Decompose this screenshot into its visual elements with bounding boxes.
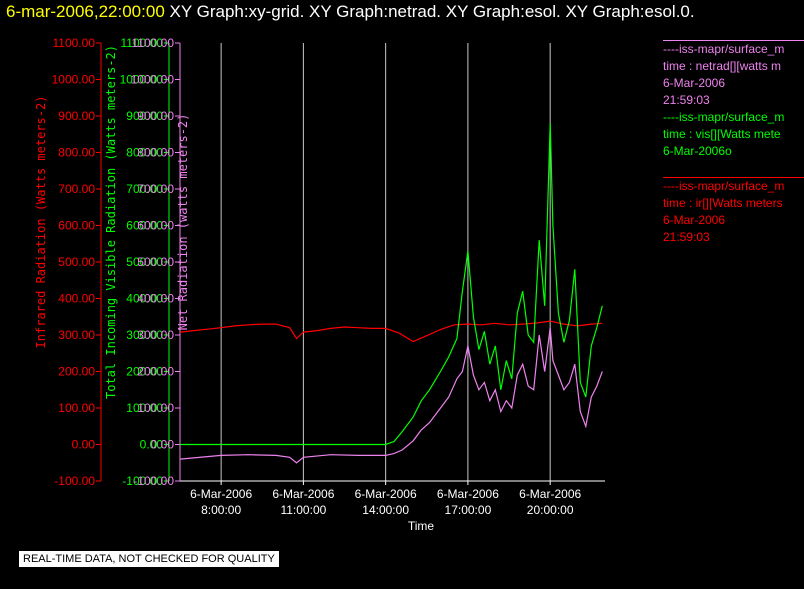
legend-source: ----iss-mapr/surface_m — [663, 42, 785, 56]
x-tick-label: 17:00:00 — [445, 503, 492, 517]
net-y-tick-label: 900.00 — [137, 109, 174, 123]
net-y-tick-label: -100.00 — [133, 474, 174, 488]
legend-item-vis: ----iss-mapr/surface_m time : vis[][Watt… — [663, 109, 804, 160]
legend: ----iss-mapr/surface_m time : netrad[][w… — [663, 40, 804, 246]
ir-y-tick-label: 900.00 — [58, 109, 95, 123]
legend-desc: time : netrad[][watts m — [663, 59, 782, 73]
legend-date: 6-Mar-2006o — [663, 144, 732, 158]
ir-y-tick-label: 100.00 — [58, 401, 95, 415]
ir-y-tick-label: 1100.00 — [53, 36, 96, 50]
net-y-tick-label: 1000.00 — [131, 73, 175, 87]
net-y-tick-label: 1100.00 — [132, 36, 175, 50]
x-tick-label: 6-Mar-2006 — [519, 487, 581, 501]
ir-y-tick-label: 0.00 — [72, 438, 96, 452]
ir-y-tick-label: 300.00 — [58, 328, 95, 342]
x-tick-label: 11:00:00 — [280, 503, 326, 517]
net-y-tick-label: 200.00 — [137, 365, 174, 379]
legend-desc: time : vis[][Watts mete — [663, 127, 781, 141]
ir-y-tick-label: 700.00 — [58, 182, 95, 196]
vis-series-line — [180, 123, 603, 446]
ir-y-tick-label: 1000.00 — [52, 73, 96, 87]
legend-date: 6-Mar-2006 — [663, 76, 726, 90]
x-tick-label: 6-Mar-2006 — [355, 487, 417, 501]
net-axis-label: Net Radiation (watts meters-2) — [176, 114, 190, 331]
legend-source: ----iss-mapr/surface_m — [663, 110, 785, 124]
ir-y-tick-label: 400.00 — [58, 292, 95, 306]
net-y-tick-label: 300.00 — [137, 328, 174, 342]
vis-axis-label: Total Incoming Visible Radiation (Watts … — [104, 45, 118, 399]
legend-item-netrad: ----iss-mapr/surface_m time : netrad[][w… — [663, 40, 804, 109]
x-tick-label: 6-Mar-2006 — [437, 487, 499, 501]
net-y-tick-label: 400.00 — [137, 292, 174, 306]
legend-date: 6-Mar-2006 — [663, 213, 726, 227]
x-tick-label: 20:00:00 — [527, 503, 574, 517]
ir-y-tick-label: 200.00 — [58, 365, 95, 379]
x-tick-label: 14:00:00 — [362, 503, 409, 517]
net-y-tick-label: 0.00 — [151, 438, 175, 452]
net-y-tick-label: 700.00 — [137, 182, 174, 196]
net-y-tick-label: 100.00 — [137, 401, 174, 415]
quality-notice: REAL-TIME DATA, NOT CHECKED FOR QUALITY — [19, 551, 279, 567]
x-tick-label: 6-Mar-2006 — [190, 487, 252, 501]
net-y-tick-label: 600.00 — [137, 219, 174, 233]
legend-time: 21:59:03 — [663, 230, 710, 244]
ir-y-tick-label: 600.00 — [58, 219, 95, 233]
ir-axis-label: Infrared Radiation (Watts meters-2) — [34, 96, 48, 349]
ir-y-tick-label: 500.00 — [58, 255, 95, 269]
x-tick-label: 8:00:00 — [201, 503, 241, 517]
x-axis-label: Time — [408, 519, 435, 533]
ir-y-tick-label: 800.00 — [58, 146, 95, 160]
x-tick-label: 6-Mar-2006 — [272, 487, 334, 501]
ir-y-tick-label: -100.00 — [54, 474, 95, 488]
net-y-tick-label: 800.00 — [137, 146, 174, 160]
legend-item-ir: ----iss-mapr/surface_m time : ir[][Watts… — [663, 177, 804, 246]
legend-time: 21:59:03 — [663, 93, 710, 107]
net-y-tick-label: 500.00 — [137, 255, 174, 269]
legend-source: ----iss-mapr/surface_m — [663, 179, 785, 193]
legend-desc: time : ir[][Watts meters — [663, 196, 783, 210]
